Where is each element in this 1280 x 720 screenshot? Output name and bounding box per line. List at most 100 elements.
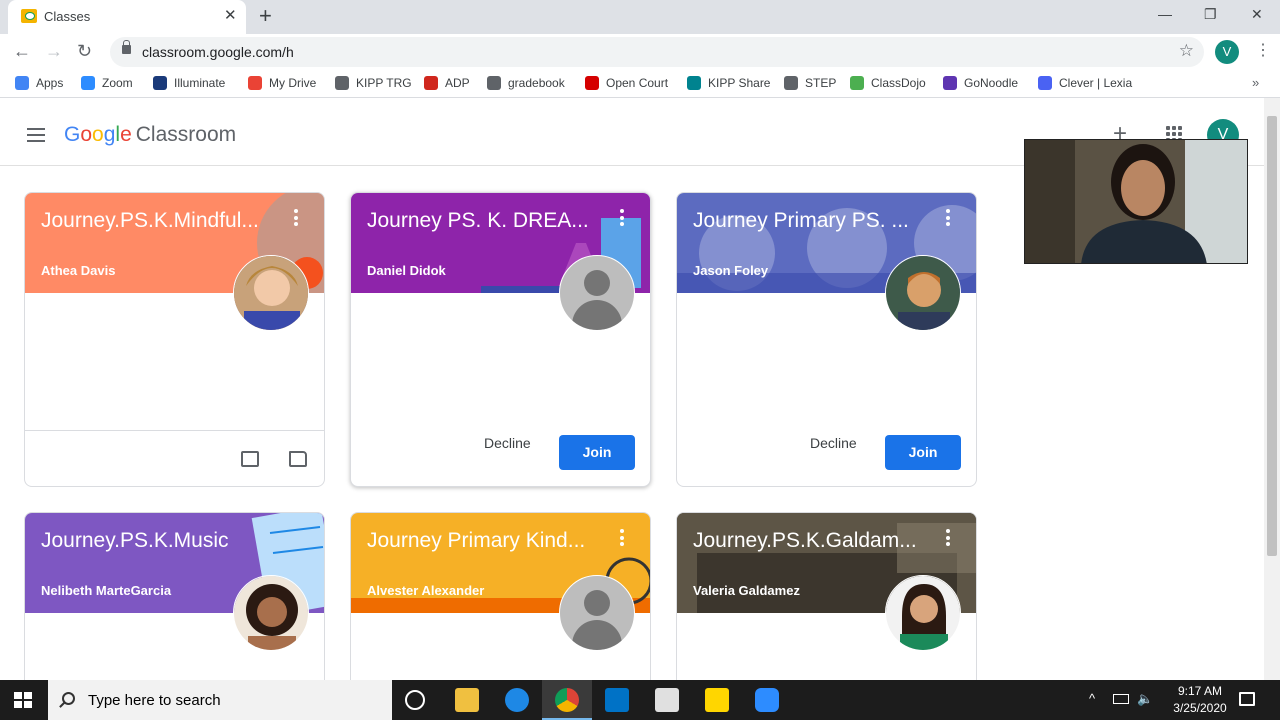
bookmark-kipp-trg[interactable]: KIPP TRG bbox=[335, 76, 412, 94]
teacher-name: Athea Davis bbox=[41, 263, 116, 278]
bookmark-kipp-share[interactable]: KIPP Share bbox=[687, 76, 770, 94]
internet-explorer-icon[interactable] bbox=[505, 688, 529, 712]
decline-button[interactable]: Decline bbox=[484, 435, 531, 451]
class-card-invite[interactable]: Journey PS. K. DREA... Daniel Didok Decl… bbox=[350, 192, 651, 487]
decline-button[interactable]: Decline bbox=[810, 435, 857, 451]
gonoodle-icon bbox=[943, 76, 957, 90]
browser-tab-strip: Classes ✕ + — ❐ ✕ bbox=[0, 0, 1280, 34]
scrollbar-thumb[interactable] bbox=[1267, 116, 1277, 556]
globe-icon bbox=[487, 76, 501, 90]
search-placeholder: Type here to search bbox=[88, 692, 221, 709]
chrome-icon bbox=[555, 688, 579, 712]
search-icon bbox=[62, 692, 75, 705]
bookmark-apps[interactable]: Apps bbox=[15, 76, 63, 94]
class-card[interactable]: Journey.PS.K.Galdam... Valeria Galdamez bbox=[676, 512, 977, 680]
bookmark-clever-lexia[interactable]: Clever | Lexia bbox=[1038, 76, 1132, 94]
teacher-photo bbox=[886, 256, 960, 330]
cortana-icon[interactable] bbox=[405, 690, 425, 710]
new-tab-icon[interactable]: + bbox=[259, 4, 272, 28]
webcam-feed bbox=[1025, 140, 1247, 263]
class-name[interactable]: Journey Primary Kind... bbox=[367, 529, 607, 553]
action-center-icon[interactable] bbox=[1239, 692, 1255, 706]
reload-icon[interactable]: ↻ bbox=[77, 41, 92, 61]
bookmark-gradebook[interactable]: gradebook bbox=[487, 76, 565, 94]
bookmark-step[interactable]: STEP bbox=[784, 76, 836, 94]
bookmark-gonoodle[interactable]: GoNoodle bbox=[943, 76, 1018, 94]
window-close-icon[interactable]: ✕ bbox=[1251, 6, 1263, 23]
forward-icon[interactable]: → bbox=[45, 41, 63, 61]
google-classroom-logo[interactable]: Google Classroom bbox=[64, 123, 236, 147]
join-button[interactable]: Join bbox=[885, 435, 961, 470]
chrome-taskbar-item[interactable] bbox=[542, 680, 592, 720]
sticky-notes-icon[interactable] bbox=[705, 688, 729, 712]
windows-start-icon[interactable] bbox=[14, 692, 32, 708]
more-options-icon[interactable] bbox=[291, 209, 301, 229]
zoom-icon bbox=[81, 76, 95, 90]
teacher-name: Nelibeth MarteGarcia bbox=[41, 583, 172, 598]
globe-icon bbox=[335, 76, 349, 90]
zoom-taskbar-icon[interactable] bbox=[755, 688, 779, 712]
more-options-icon[interactable] bbox=[943, 209, 953, 229]
browser-profile-avatar[interactable]: V bbox=[1215, 40, 1239, 64]
more-bookmarks-icon[interactable]: » bbox=[1252, 75, 1259, 90]
classroom-favicon-icon bbox=[21, 9, 37, 23]
restore-icon[interactable]: ❐ bbox=[1204, 6, 1217, 23]
join-button[interactable]: Join bbox=[559, 435, 635, 470]
more-options-icon[interactable] bbox=[617, 529, 627, 549]
class-card[interactable]: Journey Primary Kind... Alvester Alexand… bbox=[350, 512, 651, 680]
teacher-photo bbox=[886, 576, 960, 650]
class-card[interactable]: Journey.PS.K.Mindful... Athea Davis bbox=[24, 192, 325, 487]
bookmarks-bar: Apps Zoom Illuminate My Drive KIPP TRG A… bbox=[0, 70, 1280, 98]
clock-time: 9:17 AM bbox=[1177, 684, 1223, 698]
taskbar-search-box[interactable]: Type here to search bbox=[48, 680, 392, 720]
minimize-icon[interactable]: — bbox=[1158, 6, 1172, 22]
teacher-avatar bbox=[233, 575, 309, 651]
bookmark-label: Apps bbox=[36, 76, 64, 90]
chrome-menu-icon[interactable]: ⋮ bbox=[1255, 42, 1271, 60]
back-icon[interactable]: ← bbox=[13, 41, 31, 61]
teacher-photo bbox=[234, 576, 308, 650]
default-avatar-icon bbox=[559, 575, 635, 651]
class-name[interactable]: Journey PS. K. DREA... bbox=[367, 209, 607, 233]
bookmark-label: ClassDojo bbox=[871, 76, 926, 90]
teacher-avatar bbox=[885, 575, 961, 651]
taskbar-clock[interactable]: 9:17 AM 3/25/2020 bbox=[1160, 683, 1240, 717]
folder-icon[interactable] bbox=[289, 451, 307, 467]
battery-icon[interactable] bbox=[1113, 694, 1129, 704]
bookmark-label: Illuminate bbox=[174, 76, 226, 90]
outlook-icon[interactable] bbox=[605, 688, 629, 712]
teacher-name: Alvester Alexander bbox=[367, 583, 485, 598]
class-card-invite[interactable]: Journey Primary PS. ... Jason Foley Decl… bbox=[676, 192, 977, 487]
class-name[interactable]: Journey Primary PS. ... bbox=[693, 209, 933, 233]
bookmark-my-drive[interactable]: My Drive bbox=[248, 76, 316, 94]
class-card[interactable]: Journey.PS.K.Music Nelibeth MarteGarcia bbox=[24, 512, 325, 680]
bookmark-star-icon[interactable]: ☆ bbox=[1179, 41, 1194, 61]
bookmark-classdojo[interactable]: ClassDojo bbox=[850, 76, 926, 94]
volume-icon[interactable]: 🔈 bbox=[1137, 691, 1153, 707]
url-text: classroom.google.com/h bbox=[142, 44, 294, 60]
main-menu-icon[interactable] bbox=[27, 128, 45, 142]
show-hidden-icons-icon[interactable]: ^ bbox=[1089, 691, 1095, 706]
browser-toolbar: ← → ↻ classroom.google.com/h ☆ bbox=[0, 34, 1280, 70]
calculator-icon[interactable] bbox=[655, 688, 679, 712]
teacher-name: Jason Foley bbox=[693, 263, 769, 278]
page-scrollbar[interactable] bbox=[1264, 98, 1280, 680]
clever-icon bbox=[1038, 76, 1052, 90]
assignment-icon[interactable] bbox=[241, 451, 259, 467]
bookmark-open-court[interactable]: Open Court bbox=[585, 76, 668, 94]
bookmark-adp[interactable]: ADP bbox=[424, 76, 470, 94]
address-bar[interactable]: classroom.google.com/h ☆ bbox=[110, 37, 1204, 67]
card-footer bbox=[25, 430, 324, 486]
file-explorer-icon[interactable] bbox=[455, 688, 479, 712]
more-options-icon[interactable] bbox=[943, 529, 953, 549]
more-options-icon[interactable] bbox=[617, 209, 627, 229]
class-name[interactable]: Journey.PS.K.Music bbox=[41, 529, 281, 553]
mcgraw-hill-icon bbox=[585, 76, 599, 90]
class-name[interactable]: Journey.PS.K.Mindful... bbox=[41, 209, 281, 233]
bookmark-zoom[interactable]: Zoom bbox=[81, 76, 133, 94]
browser-tab[interactable]: Classes ✕ bbox=[8, 0, 246, 34]
bookmark-illuminate[interactable]: Illuminate bbox=[153, 76, 225, 94]
class-name[interactable]: Journey.PS.K.Galdam... bbox=[693, 529, 933, 553]
apps-grid-icon bbox=[15, 76, 29, 90]
close-tab-icon[interactable]: ✕ bbox=[224, 7, 237, 25]
